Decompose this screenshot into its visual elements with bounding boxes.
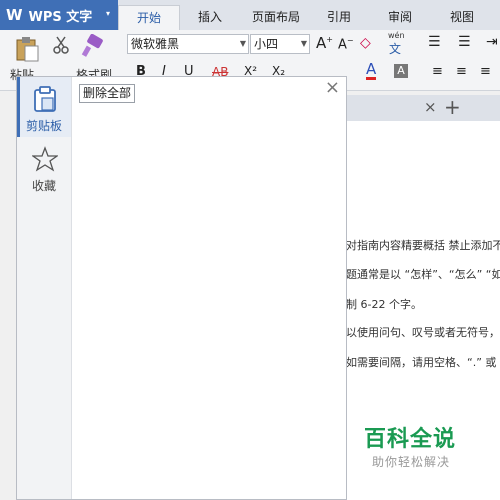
document-line: 制 6-22 个字。 [346,298,422,311]
tab-references[interactable]: 引用 [312,5,366,30]
tab-view[interactable]: 视图 [432,5,492,30]
format-painter-icon[interactable] [80,34,106,58]
close-tab-icon[interactable]: × [424,98,437,116]
document-tab-strip: × + [346,95,500,122]
shrink-font-icon[interactable]: A− [338,36,354,52]
font-name-select[interactable]: 微软雅黑 ▼ [127,34,249,54]
chevron-down-icon: ▾ [105,9,110,18]
clipboard-panel: 剪贴板 收藏 删除全部 × [16,76,347,500]
sidebar-item-clipboard[interactable]: 剪贴板 [17,77,71,137]
paste-icon[interactable] [14,36,40,62]
watermark-logo: 百科全说 助你轻松解决 [350,413,500,477]
document-line: 对指南内容精要概括 禁止添加不 [346,239,500,252]
document-line: 题通常是以 “怎样”、“怎么” “如 [346,268,500,281]
sidebar-item-label: 剪贴板 [25,119,62,133]
chevron-down-icon: ▼ [239,39,246,48]
sidebar-item-label: 收藏 [31,179,56,193]
font-size-value: 小四 [254,37,279,51]
align-right-icon[interactable]: ≡ [480,64,491,79]
phonetic-guide-icon[interactable]: 文 [389,40,401,57]
app-menu-button[interactable]: W WPS 文字 ▾ [0,0,118,30]
align-center-icon[interactable]: ≡ [456,64,467,79]
numbered-list-icon[interactable]: ☰ [458,34,471,50]
font-name-value: 微软雅黑 [131,37,180,51]
font-color-button[interactable]: A [366,62,377,80]
clear-format-icon[interactable]: ◇ [360,35,371,51]
document-page[interactable]: 对指南内容精要概括 禁止添加不 题通常是以 “怎样”、“怎么” “如 制 6-2… [346,121,500,500]
close-icon[interactable]: × [325,77,340,98]
chevron-down-icon: ▼ [300,39,307,48]
panel-sidebar: 剪贴板 收藏 [17,77,72,499]
wps-logo-icon: W [6,6,23,24]
font-size-select[interactable]: 小四 ▼ [250,34,310,54]
bullet-list-icon[interactable]: ☰ [428,34,441,50]
new-tab-icon[interactable]: + [444,95,461,119]
clipboard-icon [34,86,56,112]
grow-font-icon[interactable]: A+ [316,34,333,52]
watermark-title: 百科全说 [364,427,457,452]
app-name: WPS 文字 [28,9,93,25]
tab-review[interactable]: 审阅 [370,5,430,30]
active-indicator [17,77,20,137]
sidebar-item-favorites[interactable]: 收藏 [17,143,71,197]
char-shading-icon[interactable]: A [394,64,408,78]
tab-home[interactable]: 开始 [118,5,180,31]
tab-page-layout[interactable]: 页面布局 [240,5,312,30]
clear-all-button[interactable]: 删除全部 [79,84,136,103]
tab-insert[interactable]: 插入 [180,5,240,30]
title-bar: W WPS 文字 ▾ 开始 插入 页面布局 引用 审阅 视图 [0,0,500,31]
star-icon [32,146,58,172]
indent-icon[interactable]: ⇥ [486,34,498,50]
document-line: 以使用问句、叹号或者无符号， [346,326,500,339]
watermark-subtitle: 助你轻松解决 [372,455,451,469]
cut-icon[interactable] [52,36,70,54]
document-line: 如需要间隔，请用空格、“.” 或 [346,356,497,369]
align-left-icon[interactable]: ≡ [432,64,443,79]
phonetic-guide-top[interactable]: wén [388,31,405,40]
